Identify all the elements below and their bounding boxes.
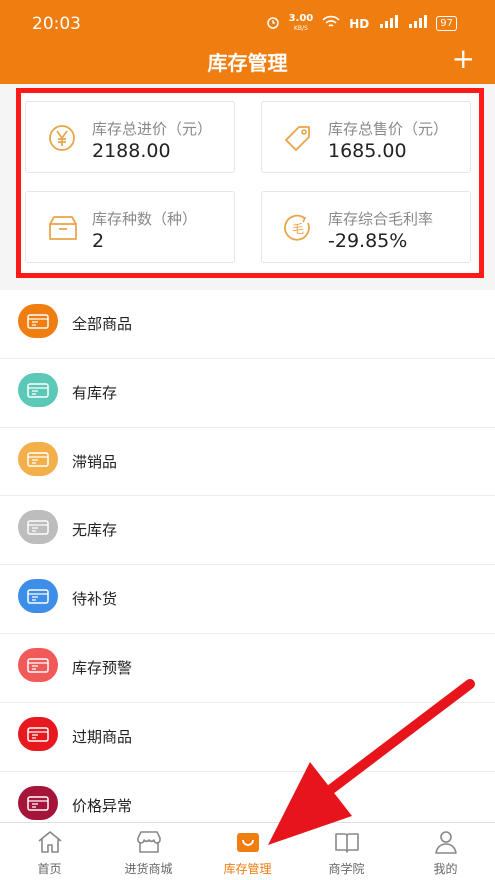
tab-label: 我的 — [433, 862, 458, 876]
box-icon — [18, 579, 58, 614]
summary-card-purchase-total[interactable]: 库存总进价（元） 2188.00 — [25, 101, 235, 173]
menu-item-label: 过期商品 — [72, 727, 133, 746]
signal-icon-1 — [378, 15, 399, 32]
signal-icon-2 — [407, 15, 428, 32]
tab-inventory[interactable]: 库存管理 — [198, 823, 297, 880]
store-icon — [137, 831, 161, 853]
inventory-summary-panel: 库存总进价（元） 2188.00 库存总售价（元） 1685.00 库存种数（种… — [16, 88, 484, 278]
box-icon — [46, 212, 78, 244]
battery-icon: 97 — [436, 16, 457, 31]
tab-purchase-mall[interactable]: 进货商城 — [99, 823, 198, 880]
menu-item-label: 无库存 — [72, 521, 118, 540]
menu-item-label: 全部商品 — [72, 315, 133, 333]
box-icon — [18, 647, 58, 682]
inventory-category-list: 全部商品 有库存 滞销品 无库存 待补货 库存预警 过期商品 价格异常 — [0, 290, 495, 822]
hd-indicator: HD — [349, 16, 370, 31]
menu-item-out-of-stock[interactable]: 无库存 — [0, 496, 495, 566]
box-icon — [18, 441, 58, 476]
menu-item-expired[interactable]: 过期商品 — [0, 703, 495, 772]
price-tag-icon — [282, 122, 314, 154]
summary-card-sale-total[interactable]: 库存总售价（元） 1685.00 — [261, 101, 471, 173]
summary-card-gross-margin[interactable]: 毛 库存综合毛利率 -29.85% — [261, 191, 471, 263]
book-icon — [335, 833, 359, 853]
summary-value: 2 — [92, 230, 105, 252]
bottom-tab-bar: 首页 进货商城 库存管理 商学院 我的 — [0, 822, 495, 880]
menu-item-label: 滞销品 — [72, 452, 118, 471]
app-header: 20:03 3.00 KB/S HD 97 库存管理 + — [0, 0, 495, 84]
menu-item-label: 待补货 — [72, 590, 118, 609]
user-icon — [435, 831, 457, 854]
tab-label: 首页 — [37, 862, 62, 876]
box-icon — [18, 785, 58, 820]
status-icons: 3.00 KB/S HD 97 — [266, 14, 457, 33]
network-speed: 3.00 KB/S — [288, 13, 314, 33]
alarm-icon — [266, 15, 280, 32]
menu-item-all-products[interactable]: 全部商品 — [0, 290, 495, 359]
box-icon — [18, 716, 58, 751]
summary-value: -29.85% — [328, 230, 408, 252]
summary-label: 库存总售价（元） — [328, 120, 449, 138]
summary-label: 库存总进价（元） — [92, 120, 213, 138]
menu-item-label: 有库存 — [72, 383, 118, 402]
wifi-icon — [322, 15, 340, 32]
menu-item-to-restock[interactable]: 待补货 — [0, 565, 495, 634]
box-icon — [18, 372, 58, 407]
summary-value: 1685.00 — [328, 140, 407, 162]
box-icon — [18, 304, 58, 338]
tab-label: 进货商城 — [124, 862, 173, 876]
yen-coin-icon — [46, 122, 78, 154]
page-title: 库存管理 — [207, 51, 288, 75]
add-button[interactable]: + — [452, 42, 475, 76]
svg-text:毛: 毛 — [292, 222, 304, 236]
menu-item-in-stock[interactable]: 有库存 — [0, 359, 495, 428]
gross-margin-icon: 毛 — [282, 212, 314, 244]
tab-home[interactable]: 首页 — [0, 823, 99, 880]
summary-label: 库存综合毛利率 — [328, 210, 434, 228]
menu-item-slow-moving[interactable]: 滞销品 — [0, 428, 495, 497]
summary-value: 2188.00 — [92, 140, 171, 162]
menu-item-label: 库存预警 — [72, 658, 133, 677]
summary-label: 库存种数（种） — [92, 210, 198, 228]
status-bar: 20:03 3.00 KB/S HD 97 — [0, 0, 495, 44]
box-icon — [18, 510, 58, 545]
tab-business-school[interactable]: 商学院 — [297, 823, 396, 880]
tab-label: 库存管理 — [223, 862, 272, 876]
menu-item-label: 价格异常 — [72, 796, 133, 815]
tab-profile[interactable]: 我的 — [396, 823, 495, 880]
tab-label: 商学院 — [328, 862, 365, 876]
menu-item-stock-alert[interactable]: 库存预警 — [0, 634, 495, 703]
home-icon — [38, 831, 62, 853]
summary-card-sku-count[interactable]: 库存种数（种） 2 — [25, 191, 235, 263]
status-time: 20:03 — [32, 14, 81, 34]
menu-item-price-abnormal[interactable]: 价格异常 — [0, 772, 495, 822]
inventory-bag-icon — [237, 833, 259, 852]
